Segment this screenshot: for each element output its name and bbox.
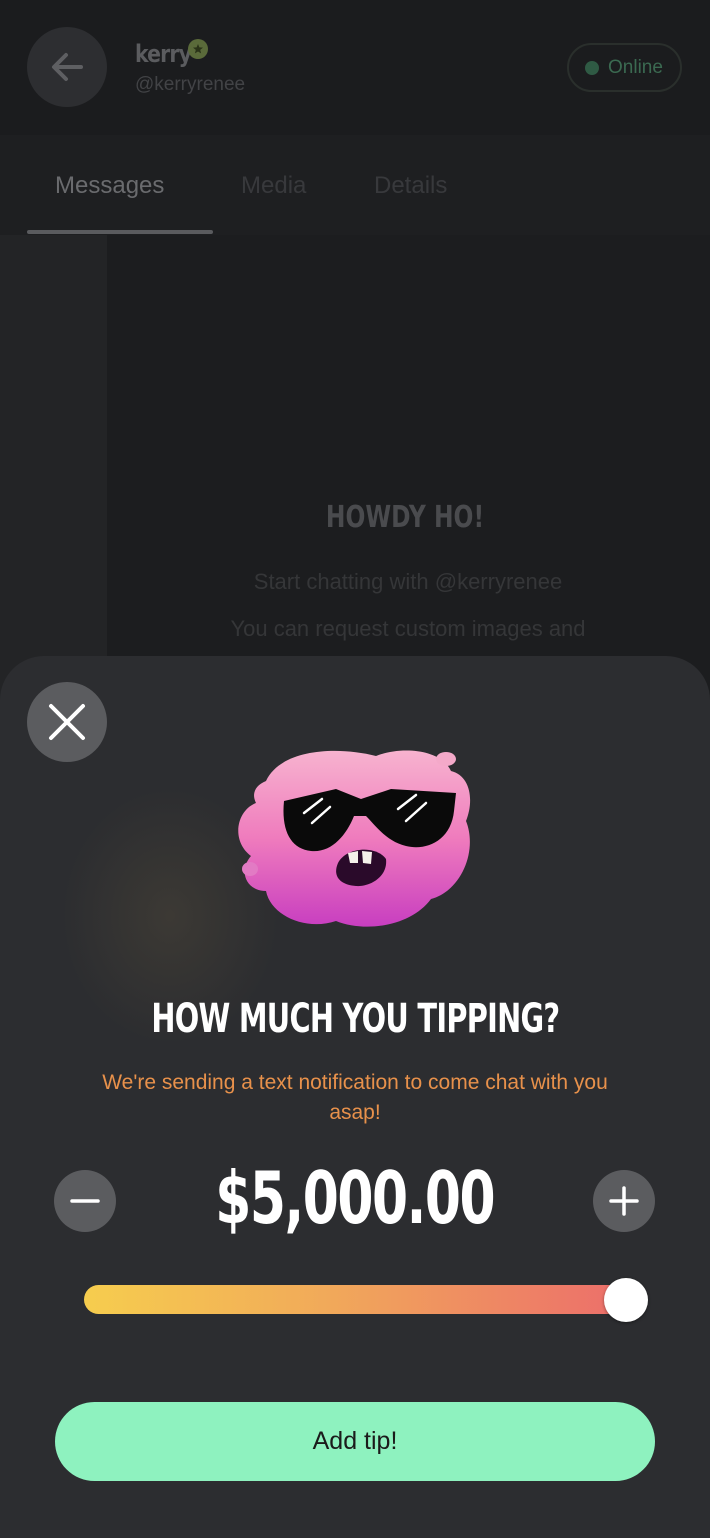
tab-media[interactable]: Media — [241, 172, 306, 200]
pink-blob-sunglasses-mascot — [238, 750, 471, 927]
online-dot-icon — [585, 60, 599, 75]
close-icon — [49, 704, 85, 740]
online-status-label: Online — [608, 56, 663, 78]
verified-badge-icon — [188, 39, 208, 59]
chat-request-text: You can request custom images and — [230, 616, 586, 641]
user-name: kerry — [135, 40, 192, 68]
tab-bar: Messages Media Details — [0, 135, 710, 235]
tip-slider-track[interactable] — [84, 1285, 629, 1314]
active-tab-indicator — [27, 230, 213, 234]
tip-title: HOW MUCH YOU TIPPING? — [0, 996, 710, 1042]
tab-details[interactable]: Details — [374, 172, 447, 200]
tip-modal: HOW MUCH YOU TIPPING? We're sending a te… — [0, 656, 710, 1538]
online-status-badge: Online — [567, 43, 682, 92]
tip-slider-thumb[interactable] — [604, 1278, 648, 1322]
tip-amount-value: $5,000.00 — [215, 1156, 496, 1240]
chat-start-text: Start chatting with @kerryrenee — [253, 569, 563, 594]
tab-messages[interactable]: Messages — [55, 172, 164, 200]
plus-icon — [609, 1186, 639, 1216]
tip-title-text: HOW MUCH YOU TIPPING? — [150, 996, 560, 1042]
user-handle: @kerryrenee — [135, 74, 246, 95]
tip-subtitle: We're sending a text notification to com… — [102, 1071, 608, 1124]
close-button[interactable] — [27, 682, 107, 762]
add-tip-button[interactable]: Add tip! — [55, 1402, 655, 1481]
chat-greeting: HOWDY HO! — [325, 500, 485, 535]
arrow-left-icon — [52, 53, 83, 81]
chat-header: kerry @kerryrenee Online — [0, 0, 710, 135]
back-button[interactable] — [27, 27, 107, 107]
increase-amount-button[interactable] — [593, 1170, 655, 1232]
